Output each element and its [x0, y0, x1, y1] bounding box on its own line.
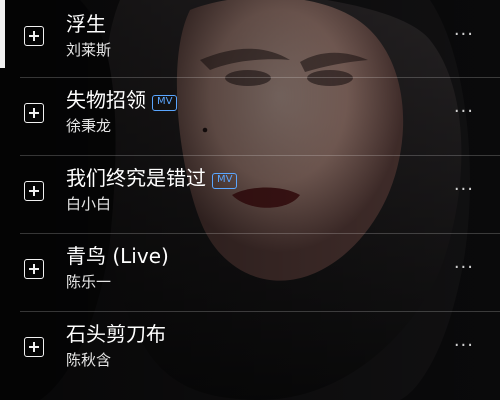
add-to-playlist-icon[interactable]	[24, 26, 44, 46]
add-to-playlist-icon[interactable]	[24, 181, 44, 201]
more-options-icon[interactable]: ···	[454, 24, 474, 45]
song-list: 浮生 刘莱斯 ··· 失物招领 MV 徐秉龙 ··· 我们终究是错过 MV 白小白 …	[0, 0, 500, 400]
song-title: 我们终究是错过 MV	[66, 166, 238, 190]
song-title: 青鸟 (Live)	[66, 244, 169, 268]
song-artist: 徐秉龙	[66, 117, 112, 135]
song-row[interactable]: 石头剪刀布 陈秋含 ···	[0, 312, 500, 400]
more-options-icon[interactable]: ···	[454, 257, 474, 278]
more-options-icon[interactable]: ···	[454, 101, 474, 122]
song-title: 浮生	[66, 12, 106, 36]
mv-badge[interactable]: MV	[212, 173, 238, 189]
song-artist: 陈乐一	[66, 273, 112, 291]
add-to-playlist-icon[interactable]	[24, 103, 44, 123]
song-artist: 刘莱斯	[66, 41, 112, 59]
song-artist: 白小白	[66, 195, 112, 213]
more-options-icon[interactable]: ···	[454, 335, 474, 356]
song-row[interactable]: 失物招领 MV 徐秉龙 ···	[0, 78, 500, 156]
mv-badge[interactable]: MV	[152, 95, 178, 111]
more-options-icon[interactable]: ···	[454, 179, 474, 200]
song-title: 石头剪刀布	[66, 322, 166, 346]
song-row[interactable]: 浮生 刘莱斯 ···	[0, 0, 500, 78]
song-title: 失物招领 MV	[66, 88, 178, 112]
song-row[interactable]: 青鸟 (Live) 陈乐一 ···	[0, 234, 500, 312]
add-to-playlist-icon[interactable]	[24, 259, 44, 279]
song-artist: 陈秋含	[66, 351, 112, 369]
song-row[interactable]: 我们终究是错过 MV 白小白 ···	[0, 156, 500, 234]
add-to-playlist-icon[interactable]	[24, 337, 44, 357]
